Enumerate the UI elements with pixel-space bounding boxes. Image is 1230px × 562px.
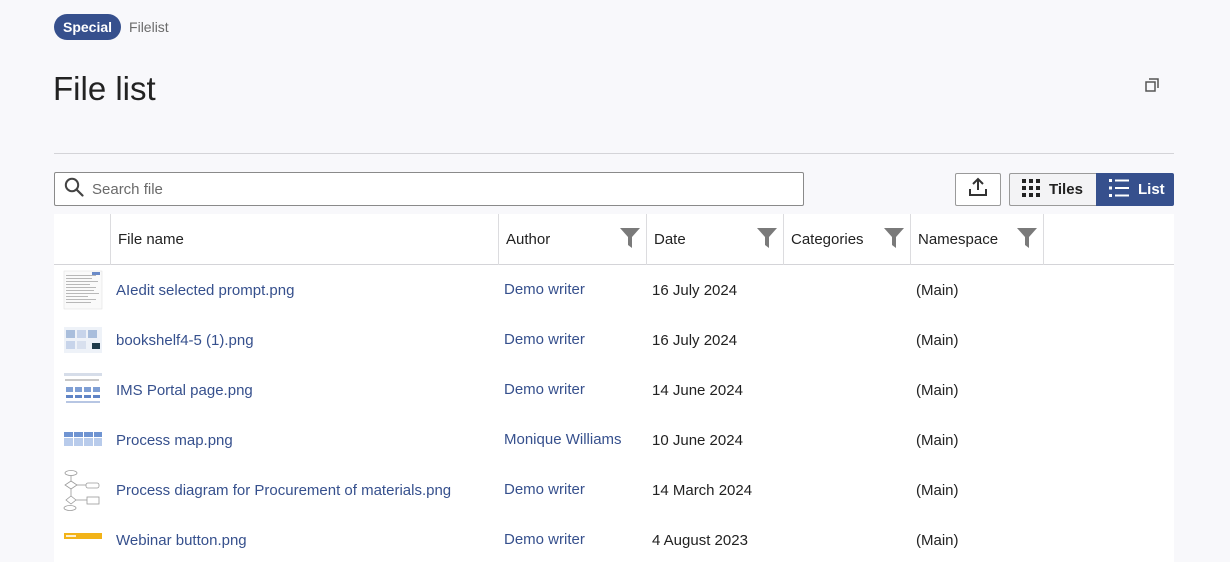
list-view-label: List	[1138, 181, 1165, 198]
table-row[interactable]: Process diagram for Procurement of mater…	[54, 465, 1174, 515]
date-cell: 16 July 2024	[652, 281, 738, 299]
author-link[interactable]: Demo writer	[504, 331, 585, 348]
author-cell: Demo writer	[499, 531, 647, 548]
date-cell: 4 August 2023	[652, 531, 748, 549]
file-thumbnail[interactable]	[61, 469, 104, 511]
tiles-view-label: Tiles	[1049, 181, 1083, 198]
author-cell: Demo writer	[499, 331, 647, 348]
author-link[interactable]: Demo writer	[504, 281, 585, 298]
thumbnail-cell	[54, 319, 111, 361]
search-field[interactable]	[54, 172, 804, 206]
file-name-cell: Webinar button.png	[111, 532, 499, 549]
author-link[interactable]: Demo writer	[504, 531, 585, 548]
file-thumbnail[interactable]	[61, 269, 104, 311]
namespace-cell: (Main)	[916, 381, 959, 399]
thumbnail-cell	[54, 369, 111, 411]
tiles-view-button[interactable]: Tiles	[1009, 173, 1096, 206]
filter-icon[interactable]	[884, 228, 904, 252]
file-name-link[interactable]: IMS Portal page.png	[116, 382, 253, 399]
breadcrumb-namespace[interactable]: Special	[54, 14, 122, 40]
file-thumbnail[interactable]	[61, 319, 104, 361]
table-row[interactable]: IMS Portal page.png Demo writer 14 June …	[54, 365, 1174, 415]
header-date[interactable]: Date	[647, 214, 784, 265]
header-namespace-label: Namespace	[918, 231, 999, 248]
header-file-name[interactable]: File name	[111, 214, 499, 265]
file-name-link[interactable]: Webinar button.png	[116, 532, 247, 549]
view-toggle: Tiles List	[1009, 173, 1174, 206]
filter-icon[interactable]	[620, 228, 640, 252]
file-table: File name Author Date Categories Namespa…	[54, 214, 1174, 562]
author-link[interactable]: Demo writer	[504, 481, 585, 498]
namespace-cell: (Main)	[916, 481, 959, 499]
thumbnail-cell	[54, 419, 111, 461]
date-cell: 16 July 2024	[652, 331, 738, 349]
author-cell: Demo writer	[499, 281, 647, 298]
author-link[interactable]: Monique Williams	[504, 431, 622, 448]
header-categories-label: Categories	[791, 231, 864, 248]
header-categories[interactable]: Categories	[784, 214, 911, 265]
upload-button[interactable]	[955, 173, 1001, 206]
date-cell: 14 March 2024	[652, 481, 753, 499]
file-name-link[interactable]: Process diagram for Procurement of mater…	[116, 482, 451, 499]
breadcrumb-page: Filelist	[129, 19, 169, 35]
table-row[interactable]: bookshelf4-5 (1).png Demo writer 16 July…	[54, 315, 1174, 365]
file-name-cell: IMS Portal page.png	[111, 382, 499, 399]
file-thumbnail[interactable]	[61, 519, 104, 561]
author-cell: Monique Williams	[499, 431, 647, 448]
header-author[interactable]: Author	[499, 214, 647, 265]
table-row[interactable]: AIedit selected prompt.png Demo writer 1…	[54, 265, 1174, 315]
header-namespace[interactable]: Namespace	[911, 214, 1044, 265]
upload-icon	[968, 177, 988, 202]
list-icon	[1109, 178, 1129, 201]
author-link[interactable]: Demo writer	[504, 381, 585, 398]
date-cell: 14 June 2024	[652, 381, 743, 399]
table-row[interactable]: Webinar button.png Demo writer 4 August …	[54, 515, 1174, 562]
thumbnail-cell	[54, 469, 111, 511]
header-thumbnail	[54, 214, 111, 265]
header-author-label: Author	[506, 231, 551, 248]
thumbnail-cell	[54, 519, 111, 561]
file-name-cell: Process map.png	[111, 432, 499, 449]
search-icon	[64, 177, 84, 202]
list-view-button[interactable]: List	[1096, 173, 1174, 206]
namespace-cell: (Main)	[916, 331, 959, 349]
search-input[interactable]	[92, 180, 752, 198]
namespace-cell: (Main)	[916, 531, 959, 549]
namespace-cell: (Main)	[916, 281, 959, 299]
expand-icon[interactable]	[1143, 76, 1161, 94]
author-cell: Demo writer	[499, 481, 647, 498]
file-name-cell: AIedit selected prompt.png	[111, 282, 499, 299]
table-row[interactable]: Process map.png Monique Williams 10 June…	[54, 415, 1174, 465]
author-cell: Demo writer	[499, 381, 647, 398]
file-name-link[interactable]: Process map.png	[116, 432, 233, 449]
file-name-cell: Process diagram for Procurement of mater…	[111, 482, 499, 499]
filter-icon[interactable]	[1017, 228, 1037, 252]
thumbnail-cell	[54, 269, 111, 311]
file-thumbnail[interactable]	[61, 369, 104, 411]
file-name-link[interactable]: bookshelf4-5 (1).png	[116, 332, 254, 349]
namespace-cell: (Main)	[916, 431, 959, 449]
file-thumbnail[interactable]	[61, 419, 104, 461]
breadcrumb: Special Filelist	[54, 14, 169, 40]
table-header: File name Author Date Categories Namespa…	[54, 214, 1174, 265]
filter-icon[interactable]	[757, 228, 777, 252]
header-file-name-label: File name	[118, 231, 184, 248]
divider	[54, 153, 1174, 154]
file-name-cell: bookshelf4-5 (1).png	[111, 332, 499, 349]
header-date-label: Date	[654, 231, 686, 248]
date-cell: 10 June 2024	[652, 431, 743, 449]
page-title: File list	[53, 70, 156, 107]
grid-icon	[1022, 178, 1040, 201]
file-name-link[interactable]: AIedit selected prompt.png	[116, 282, 294, 299]
